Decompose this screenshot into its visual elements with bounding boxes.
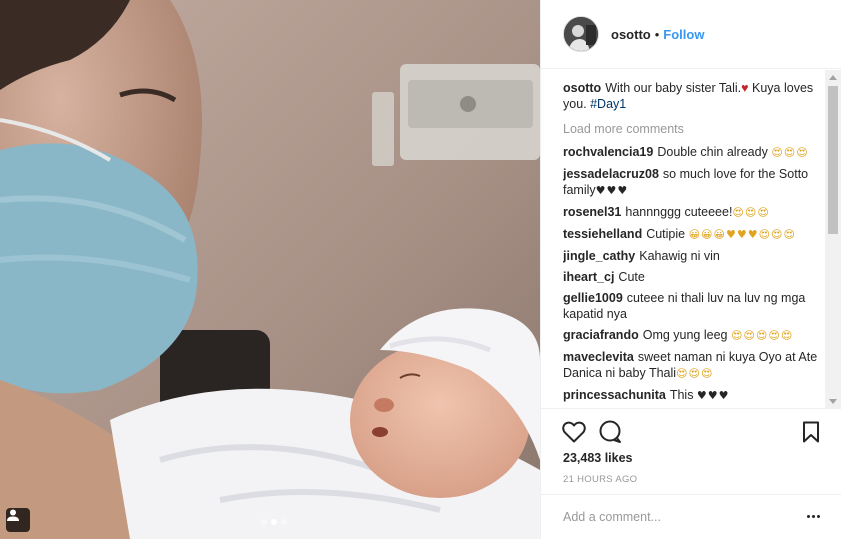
comment-item: graciafrando Omg yung leeg 😍😍😍😍😍 xyxy=(563,327,827,344)
comment-entries: rochvalencia19 Double chin already 😍😍😍 jes… xyxy=(563,144,827,404)
comment-item: jessadelacruz08 so much love for the Sott… xyxy=(563,166,827,199)
avatar[interactable] xyxy=(563,16,599,52)
person-tag-icon[interactable] xyxy=(6,508,30,532)
comment-text: Cutipie xyxy=(646,227,689,241)
scroll-up-arrow-icon[interactable] xyxy=(825,70,841,84)
comment-text: hannnggg cuteeee! xyxy=(625,205,733,219)
comment-emoji: 😀😀😀♥♥♥😍😍😍 xyxy=(688,228,796,241)
comment-emoji: 😍😍😍 xyxy=(771,146,809,159)
post-timestamp[interactable]: 21 HOURS AGO xyxy=(563,474,637,485)
scroll-down-arrow-icon[interactable] xyxy=(825,394,841,408)
comment-item: tessiehelland Cutipie 😀😀😀♥♥♥😍😍😍 xyxy=(563,226,827,243)
carousel-dot-active[interactable] xyxy=(271,519,277,525)
header-separator: • xyxy=(654,26,660,42)
comment-text: Double chin already xyxy=(657,145,772,159)
comment-emoji: 😍😍😍 xyxy=(732,206,770,219)
comment-username[interactable]: gellie1009 xyxy=(563,291,623,305)
comment-emoji: ♥♥♥ xyxy=(696,389,730,402)
caption: osotto With our baby sister Tali.♥ Kuya l… xyxy=(563,80,827,112)
follow-button[interactable]: Follow xyxy=(663,27,704,42)
add-comment-input[interactable] xyxy=(563,510,783,524)
more-horizontal-icon[interactable] xyxy=(807,515,820,518)
post-photo[interactable] xyxy=(0,0,540,539)
comment-username[interactable]: graciafrando xyxy=(563,328,639,342)
caption-username[interactable]: osotto xyxy=(563,81,601,95)
comment-item: rochvalencia19 Double chin already 😍😍😍 xyxy=(563,144,827,161)
comment-item: gellie1009 cuteee ni thali luv na luv ng … xyxy=(563,290,827,322)
comments-list: osotto With our baby sister Tali.♥ Kuya l… xyxy=(563,80,827,408)
comment-username[interactable]: princessachunita xyxy=(563,388,666,402)
carousel-dot[interactable] xyxy=(261,519,267,525)
carousel-dot[interactable] xyxy=(281,519,287,525)
load-more-comments-link[interactable]: Load more comments xyxy=(563,122,827,136)
heart-outline-icon[interactable] xyxy=(562,421,586,446)
carousel-indicator xyxy=(261,519,287,525)
heart-icon: ♥ xyxy=(741,81,749,95)
comment-emoji: ♥♥♥ xyxy=(595,184,629,197)
comment-text: This xyxy=(669,388,697,402)
comment-item: jingle_cathy Kahawig ni vin xyxy=(563,248,827,264)
caption-text: With our baby sister Tali. xyxy=(605,81,742,95)
scrollbar-thumb[interactable] xyxy=(828,86,838,234)
comment-item: rosenel31 hannnggg cuteeee!😍😍😍 xyxy=(563,204,827,221)
comment-item: princessachunita This ♥♥♥ xyxy=(563,387,827,404)
photo-illustration xyxy=(0,0,540,539)
comment-username[interactable]: jessadelacruz08 xyxy=(563,167,659,181)
post-header: osotto • Follow xyxy=(541,0,841,69)
comment-username[interactable]: jingle_cathy xyxy=(563,249,635,263)
comment-emoji: 😍😍😍 xyxy=(676,367,714,380)
comment-username[interactable]: rosenel31 xyxy=(563,205,621,219)
comment-text: Kahawig ni vin xyxy=(639,249,720,263)
comment-text: Cute xyxy=(618,270,645,284)
comment-username[interactable]: tessiehelland xyxy=(563,227,642,241)
caption-hashtag[interactable]: #Day1 xyxy=(590,97,626,111)
speech-bubble-icon[interactable] xyxy=(598,420,622,447)
comment-username[interactable]: iheart_cj xyxy=(563,270,614,284)
bookmark-icon[interactable] xyxy=(802,421,820,446)
likes-count[interactable]: 23,483 likes xyxy=(563,451,633,465)
post-side-panel: osotto • Follow osotto With our baby sist… xyxy=(540,0,841,539)
comment-text: Omg yung leeg xyxy=(642,328,731,342)
post-actions: 23,483 likes 21 HOURS AGO xyxy=(541,408,841,494)
comment-item: maveclevita sweet naman ni kuya Oyo at At… xyxy=(563,349,827,382)
comment-emoji: 😍😍😍😍😍 xyxy=(730,329,794,342)
add-comment-bar xyxy=(541,494,841,539)
comment-username[interactable]: maveclevita xyxy=(563,350,634,364)
header-username[interactable]: osotto xyxy=(611,27,651,42)
comment-username[interactable]: rochvalencia19 xyxy=(563,145,653,159)
comment-item: iheart_cj Cute xyxy=(563,269,827,285)
instagram-post-modal: osotto • Follow osotto With our baby sist… xyxy=(0,0,841,539)
